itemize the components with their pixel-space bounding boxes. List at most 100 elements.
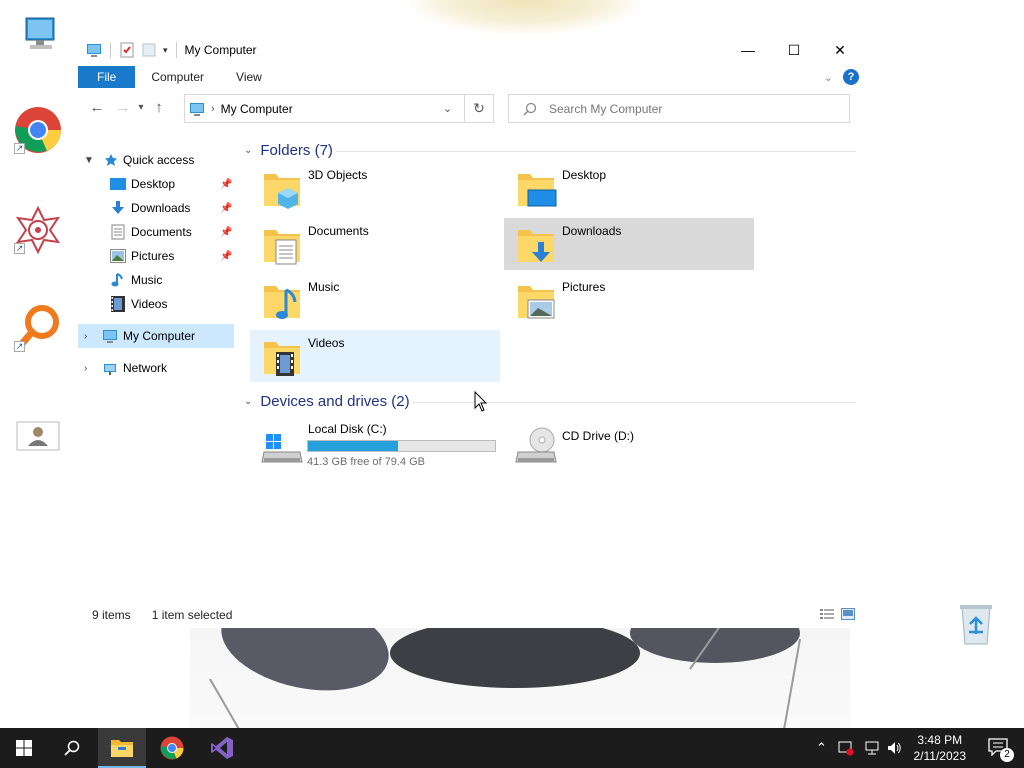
ribbon-tabs: File Computer View ⌄ ? <box>78 66 863 88</box>
music-icon <box>110 272 126 288</box>
customize-toolbar-icon[interactable]: ▾ <box>163 45 168 56</box>
sidebar-item-desktop[interactable]: Desktop 📌 <box>78 172 238 196</box>
chevron-down-icon[interactable]: ⌄ <box>244 396 252 407</box>
security-alert-icon[interactable] <box>838 740 854 756</box>
folder-tile-desktop[interactable]: Desktop <box>504 162 754 214</box>
taskbar-chrome[interactable] <box>148 728 196 768</box>
app-desktop-icon[interactable]: ↗ <box>14 206 62 254</box>
drive-free-text: 41.3 GB free of 79.4 GB <box>307 456 426 468</box>
back-button[interactable]: ← <box>86 99 108 116</box>
folder-tile-music[interactable]: Music <box>250 274 500 326</box>
window-title: My Computer <box>184 43 257 57</box>
sidebar-item-my-computer[interactable]: › My Computer <box>78 324 234 348</box>
search-box[interactable]: Search My Computer <box>508 94 850 123</box>
pictures-folder-icon <box>518 286 555 319</box>
search-button[interactable] <box>48 728 96 768</box>
volume-icon[interactable] <box>886 740 902 756</box>
expand-ribbon-icon[interactable]: ⌄ <box>824 71 833 84</box>
divider <box>336 151 856 152</box>
recent-locations-button[interactable]: ▾ <box>134 102 148 113</box>
large-icons-view-icon[interactable] <box>841 608 855 620</box>
explorer-window: ▾ My Computer — ☐ ✕ File Computer View ⌄… <box>78 34 863 628</box>
address-dropdown-icon[interactable]: ⌄ <box>443 102 452 115</box>
user-app-desktop-icon[interactable] <box>14 412 62 460</box>
start-button[interactable] <box>0 728 48 768</box>
chevron-right-icon[interactable]: › <box>84 331 87 342</box>
folder-tile-pictures[interactable]: Pictures <box>504 274 754 326</box>
breadcrumb-chevron-icon[interactable]: › <box>211 103 215 115</box>
chrome-desktop-icon[interactable]: ↗ <box>14 106 62 154</box>
search-app-desktop-icon[interactable]: ↗ <box>14 304 62 352</box>
help-icon[interactable]: ? <box>843 69 859 85</box>
folders-group-header[interactable]: ⌄ Folders (7) <box>240 142 333 159</box>
address-bar[interactable]: › My Computer ⌄ <box>184 94 494 123</box>
folder-tile-3d-objects[interactable]: 3D Objects <box>250 162 500 214</box>
sidebar-label: Desktop <box>131 177 176 191</box>
navigation-bar: ← → ▾ ↑ › My Computer ⌄ ↻ Search My Comp… <box>78 88 863 126</box>
sidebar-item-quick-access[interactable]: ▼ Quick access <box>78 148 238 172</box>
pin-icon[interactable]: 📌 <box>220 251 232 262</box>
action-center-button[interactable]: 2 <box>988 738 1014 762</box>
new-folder-icon[interactable] <box>141 42 157 58</box>
folder-tile-documents[interactable]: Documents <box>250 218 500 270</box>
tab-file[interactable]: File <box>78 66 136 88</box>
refresh-icon: ↻ <box>473 100 485 116</box>
sidebar-item-pictures[interactable]: Pictures 📌 <box>78 244 238 268</box>
recycle-bin-icon <box>960 605 992 645</box>
documents-folder-icon <box>264 230 300 265</box>
pin-icon[interactable]: 📌 <box>220 203 232 214</box>
cd-drive-icon <box>515 427 557 463</box>
folder-tile-videos[interactable]: Videos <box>250 330 500 382</box>
refresh-button[interactable]: ↻ <box>464 94 494 123</box>
minimize-button[interactable]: — <box>725 34 771 66</box>
pictures-icon <box>110 248 126 264</box>
taskbar-file-explorer[interactable] <box>98 728 146 768</box>
drive-tile-local-disk[interactable]: Local Disk (C:) 41.3 GB free of 79.4 GB <box>250 418 500 472</box>
sidebar-label: My Computer <box>123 329 196 343</box>
taskbar-visual-studio[interactable] <box>198 728 246 768</box>
qa-separator <box>175 42 177 58</box>
close-button[interactable]: ✕ <box>817 34 863 66</box>
windows-logo-icon <box>16 740 32 756</box>
drive-usage-fill <box>308 441 398 451</box>
search-placeholder: Search My Computer <box>549 101 663 116</box>
details-view-icon[interactable] <box>819 608 835 620</box>
tab-computer[interactable]: Computer <box>135 66 220 88</box>
devices-group-header[interactable]: ⌄ Devices and drives (2) <box>240 393 410 410</box>
shortcut-arrow-icon: ↗ <box>14 341 25 352</box>
title-bar: ▾ My Computer — ☐ ✕ <box>78 34 863 66</box>
sidebar-item-videos[interactable]: Videos <box>78 292 238 316</box>
user-card-icon <box>16 421 60 451</box>
downloads-folder-icon <box>518 230 554 262</box>
pin-icon[interactable]: 📌 <box>220 179 232 190</box>
status-bar: 9 items 1 item selected <box>92 608 232 622</box>
sidebar-item-network[interactable]: › Network <box>78 356 238 380</box>
desktop-icon <box>110 176 126 192</box>
sidebar-item-downloads[interactable]: Downloads 📌 <box>78 196 238 220</box>
this-pc-desktop-icon[interactable] <box>16 10 64 58</box>
forward-button[interactable]: → <box>112 99 134 116</box>
up-button[interactable]: ↑ <box>148 99 170 116</box>
maximize-button[interactable]: ☐ <box>771 34 817 66</box>
videos-folder-icon <box>264 342 300 376</box>
sidebar-item-documents[interactable]: Documents 📌 <box>78 220 238 244</box>
selection-count: 1 item selected <box>151 608 233 622</box>
properties-icon[interactable] <box>119 42 135 58</box>
folder-tile-downloads[interactable]: Downloads <box>504 218 754 270</box>
pin-icon[interactable]: 📌 <box>220 227 232 238</box>
show-hidden-icons-button[interactable]: ⌃ <box>816 740 827 756</box>
downloads-icon <box>110 200 126 216</box>
recycle-bin-desktop-icon[interactable] <box>952 600 1000 648</box>
chevron-down-icon[interactable]: ▼ <box>84 155 94 166</box>
sidebar-label: Videos <box>131 297 168 311</box>
videos-icon <box>110 296 126 312</box>
computer-small-icon[interactable] <box>86 42 102 58</box>
chevron-down-icon[interactable]: ⌄ <box>244 145 252 156</box>
tab-view[interactable]: View <box>220 66 278 88</box>
chevron-right-icon[interactable]: › <box>84 363 87 374</box>
taskbar: ⌃ 3:48 PM 2/11/2023 2 <box>0 728 1024 768</box>
drive-tile-cd[interactable]: CD Drive (D:) <box>504 418 754 472</box>
clock[interactable]: 3:48 PM 2/11/2023 <box>914 732 967 764</box>
network-status-icon[interactable] <box>864 740 880 756</box>
sidebar-item-music[interactable]: Music <box>78 268 238 292</box>
